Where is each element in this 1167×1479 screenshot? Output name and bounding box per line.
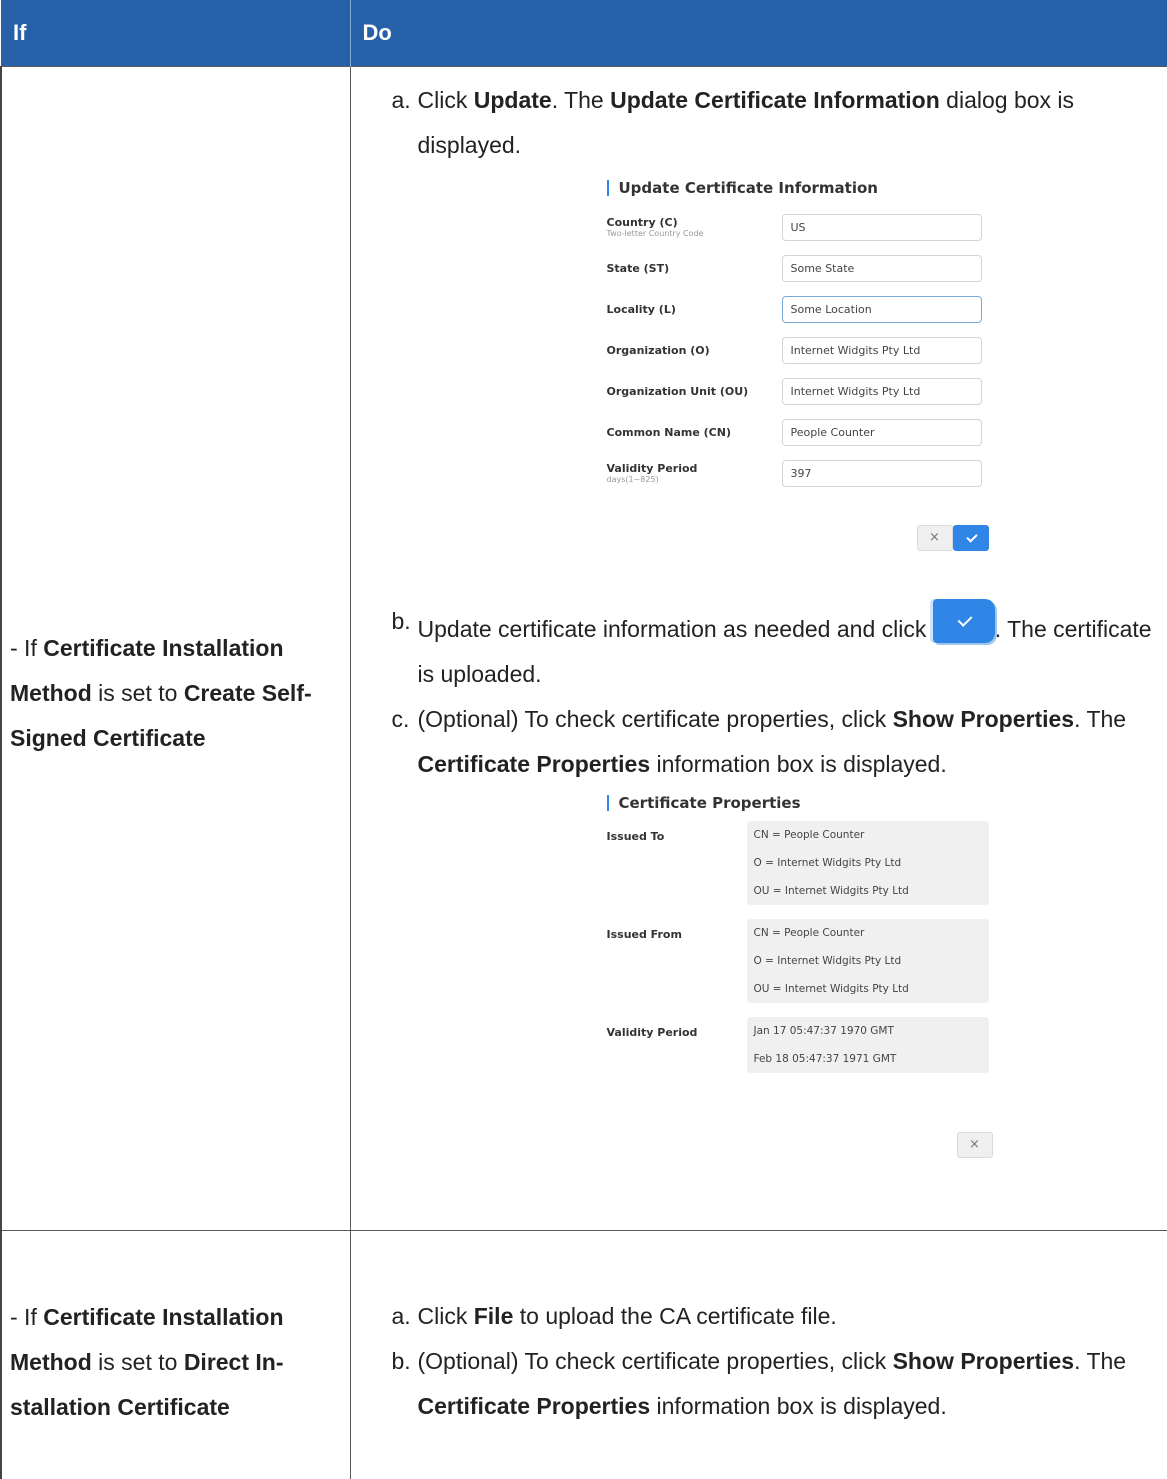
property-value-line: OU = Internet Widgits Pty Ltd [747, 975, 989, 1003]
property-label: Issued To [607, 830, 665, 843]
step-list: b. Update certificate information as nee… [352, 599, 1167, 787]
property-value-line: CN = People Counter [747, 821, 989, 849]
check-icon [966, 531, 977, 542]
step-item: b. Update certificate information as nee… [392, 599, 1167, 697]
property-value-line: OU = Internet Widgits Pty Ltd [747, 877, 989, 905]
property-value-line: Feb 18 05:47:37 1971 GMT [747, 1045, 989, 1073]
table-row: - If Certificate Installation Method is … [1, 67, 1167, 1231]
property-value-line: CN = People Counter [747, 919, 989, 947]
field-label: Locality (L) [607, 303, 676, 316]
field-label: Validity Perioddays(1~825) [607, 462, 698, 485]
field-label: Country (C)Two-letter Country Code [607, 216, 704, 239]
field-input[interactable]: People Counter [782, 419, 982, 446]
if-do-table: If Do - If Certificate Installation Meth… [0, 0, 1167, 1479]
field-label: State (ST) [607, 262, 670, 275]
step-list: a. Click Update. The Update Certificate … [352, 78, 1167, 168]
dialog-title: Update Certificate Information [607, 180, 878, 196]
property-value-box: CN = People CounterO = Internet Widgits … [747, 919, 989, 1003]
if-cell: - If Certificate Installation Method is … [1, 67, 350, 1231]
field-label: Organization (O) [607, 344, 710, 357]
field-input[interactable]: 397 [782, 460, 982, 487]
if-cell: - If Certificate Installation Method is … [1, 1231, 350, 1479]
step-item: c. (Optional) To check certificate prope… [392, 697, 1167, 787]
field-label: Common Name (CN) [607, 426, 732, 439]
field-input[interactable]: Internet Widgits Pty Ltd [782, 378, 982, 405]
cancel-button[interactable]: × [917, 525, 953, 551]
close-button[interactable]: × [957, 1132, 993, 1158]
field-label: Organization Unit (OU) [607, 385, 749, 398]
do-cell: a. Click Update. The Update Certificate … [350, 67, 1167, 1231]
field-input[interactable]: Some Location [782, 296, 982, 323]
property-label: Validity Period [607, 1026, 698, 1039]
field-input[interactable]: US [782, 214, 982, 241]
if-condition-text: - If Certificate Installation Method is … [10, 1295, 342, 1430]
table-row: - If Certificate Installation Method is … [1, 1231, 1167, 1479]
ok-button-icon [933, 599, 995, 643]
header-do: Do [350, 0, 1167, 67]
property-value-line: O = Internet Widgits Pty Ltd [747, 849, 989, 877]
header-if: If [1, 0, 350, 67]
do-cell: a. Click File to upload the CA certifica… [350, 1231, 1167, 1479]
step-item: b. (Optional) To check certificate prope… [392, 1339, 1167, 1429]
property-value-box: CN = People CounterO = Internet Widgits … [747, 821, 989, 905]
if-condition-text: - If Certificate Installation Method is … [10, 626, 342, 761]
property-value-box: Jan 17 05:47:37 1970 GMTFeb 18 05:47:37 … [747, 1017, 989, 1073]
table-header-row: If Do [1, 0, 1167, 67]
step-list: a. Click File to upload the CA certifica… [352, 1294, 1167, 1429]
property-value-line: O = Internet Widgits Pty Ltd [747, 947, 989, 975]
property-label: Issued From [607, 928, 682, 941]
certificate-properties-dialog: Certificate Properties Issued To CN = Peo… [607, 789, 997, 1154]
field-input[interactable]: Internet Widgits Pty Ltd [782, 337, 982, 364]
property-value-line: Jan 17 05:47:37 1970 GMT [747, 1017, 989, 1045]
dialog-title: Certificate Properties [607, 795, 801, 811]
step-item: a. Click File to upload the CA certifica… [392, 1294, 1167, 1339]
step-item: a. Click Update. The Update Certificate … [392, 78, 1167, 168]
update-certificate-dialog: Update Certificate Information Country (… [607, 178, 997, 558]
confirm-button[interactable] [953, 525, 989, 551]
field-input[interactable]: Some State [782, 255, 982, 282]
